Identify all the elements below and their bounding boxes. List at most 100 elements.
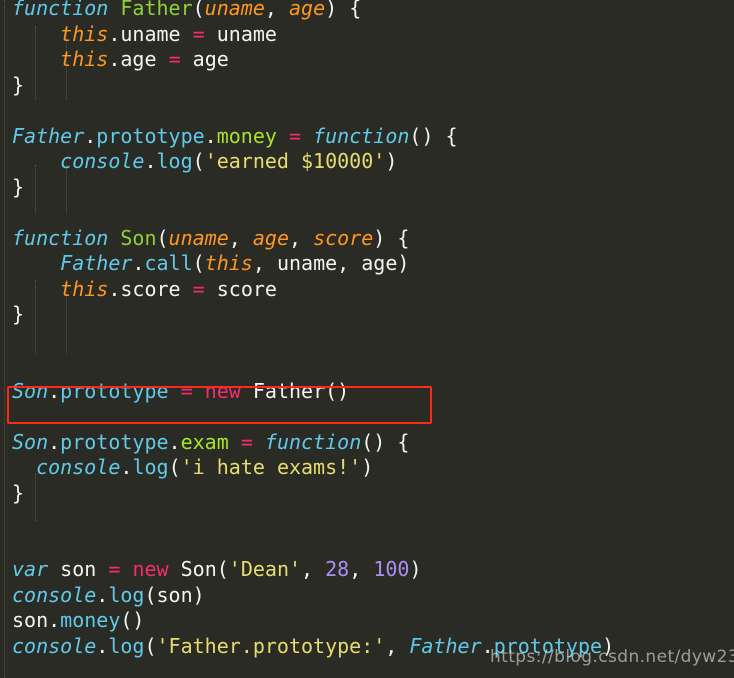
code-token: Son: [120, 225, 157, 250]
code-line[interactable]: [0, 200, 734, 226]
code-token: (: [168, 455, 181, 479]
code-token: (: [192, 251, 205, 275]
code-token: ,: [264, 0, 289, 20]
code-token: (): [325, 378, 350, 403]
code-line[interactable]: [0, 506, 734, 532]
code-token: .: [48, 608, 61, 632]
code-token: ): [385, 149, 398, 173]
code-line[interactable]: Father.call(this, uname, age): [0, 251, 734, 277]
code-token: (: [144, 633, 157, 658]
code-line[interactable]: Son.prototype.exam = function() {: [0, 430, 734, 456]
code-line[interactable]: var son = new Son('Dean', 28, 100): [0, 557, 734, 583]
code-token: () {: [361, 429, 410, 454]
code-token: uname: [120, 21, 181, 46]
code-token: =: [192, 276, 205, 301]
code-line[interactable]: this.uname = uname: [0, 22, 734, 48]
code-line[interactable]: Son.prototype = new Father(): [0, 379, 734, 405]
code-token: money: [216, 123, 277, 148]
code-line[interactable]: this.age = age: [0, 47, 734, 73]
code-line[interactable]: function Father(uname, age) {: [0, 0, 734, 22]
code-token: .: [132, 251, 145, 275]
code-token: ,: [288, 225, 314, 250]
code-line[interactable]: }: [0, 481, 734, 507]
code-line[interactable]: console.log(son): [0, 583, 734, 609]
code-token: 'Father.prototype:': [156, 633, 386, 658]
code-token: (: [192, 0, 205, 20]
code-token: age: [120, 47, 157, 71]
code-content[interactable]: function Father(uname, age) { this.uname…: [0, 0, 734, 659]
code-token: console: [12, 582, 97, 607]
code-line[interactable]: console.log('earned $10000'): [0, 149, 734, 175]
code-token: 'Dean': [228, 557, 302, 581]
code-token: Father: [12, 123, 85, 148]
code-token: ): [409, 557, 422, 581]
code-token: uname: [216, 21, 277, 46]
code-token: console: [36, 455, 121, 479]
code-token: var: [12, 557, 49, 581]
code-line[interactable]: }: [0, 73, 734, 99]
code-line[interactable]: console.log('i hate exams!'): [0, 455, 734, 481]
code-token: =: [108, 557, 121, 581]
code-token: }: [12, 302, 25, 326]
code-token: uname: [204, 0, 265, 20]
code-token: uname: [276, 251, 338, 275]
code-token: (): [120, 608, 145, 632]
code-token: ) {: [373, 225, 410, 250]
code-token: }: [12, 480, 25, 505]
code-line[interactable]: Father.prototype.money = function() {: [0, 124, 734, 150]
code-token: function: [12, 0, 109, 20]
code-token: log: [132, 455, 169, 479]
code-token: 28: [325, 557, 350, 581]
code-token: ) {: [325, 0, 362, 20]
code-token: this: [60, 21, 109, 46]
code-token: }: [12, 72, 25, 97]
code-token: Son: [12, 378, 49, 403]
code-line[interactable]: [0, 328, 734, 354]
code-line[interactable]: }: [0, 302, 734, 328]
code-token: (: [192, 149, 205, 173]
code-editor[interactable]: function Father(uname, age) { this.uname…: [0, 0, 734, 678]
code-line[interactable]: [0, 98, 734, 124]
code-line[interactable]: }: [0, 175, 734, 201]
code-line[interactable]: [0, 353, 734, 379]
code-token: this: [204, 251, 253, 275]
code-token: Father: [120, 0, 193, 20]
code-line[interactable]: [0, 404, 734, 430]
code-token: () {: [409, 123, 458, 148]
code-token: function: [12, 225, 109, 250]
code-token: new: [204, 378, 241, 403]
code-token: .: [48, 378, 61, 403]
code-token: prototype: [96, 123, 205, 148]
code-line[interactable]: this.score = score: [0, 277, 734, 303]
code-token: log: [108, 633, 145, 658]
code-token: son: [156, 582, 193, 607]
code-line[interactable]: function Son(uname, age, score) {: [0, 226, 734, 252]
code-token: prototype: [493, 633, 603, 658]
code-token: (: [216, 557, 229, 581]
code-token: call: [144, 251, 193, 275]
code-line[interactable]: son.money(): [0, 608, 734, 634]
code-line[interactable]: [0, 532, 734, 558]
code-token: score: [216, 276, 277, 301]
code-token: ): [602, 633, 615, 658]
code-line[interactable]: console.log('Father.prototype:', Father.…: [0, 634, 734, 660]
code-token: }: [12, 174, 25, 199]
